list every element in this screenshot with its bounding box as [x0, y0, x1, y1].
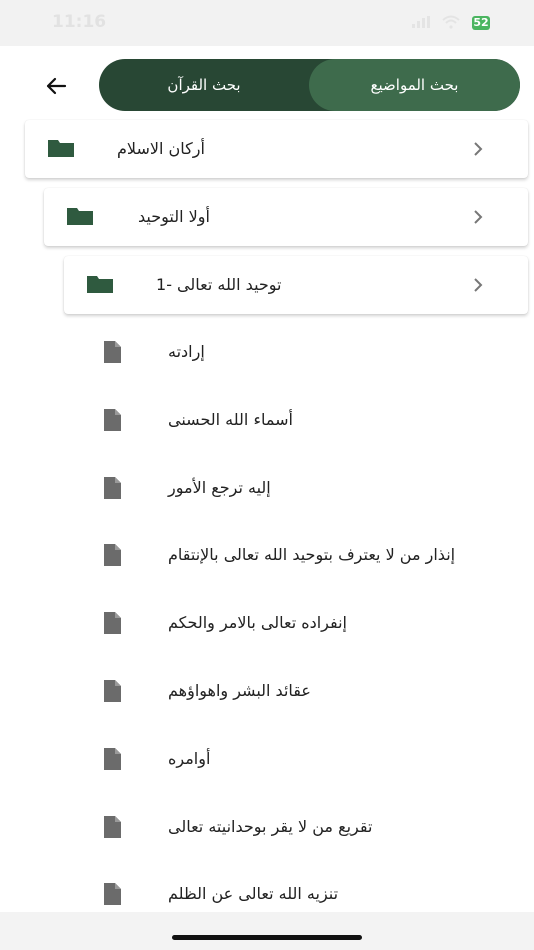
home-indicator[interactable]: [172, 935, 362, 940]
list-item-label: إليه ترجع الأمور: [168, 478, 271, 497]
back-button[interactable]: [36, 66, 76, 106]
file-icon: [104, 748, 121, 770]
list-item[interactable]: إليه ترجع الأمور: [96, 468, 516, 508]
list-item[interactable]: إنفراده تعالى بالامر والحكم: [96, 603, 516, 643]
file-icon: [104, 816, 121, 838]
folder-icon: [87, 276, 113, 293]
tab-topics-search[interactable]: بحث المواضيع: [309, 59, 520, 111]
list-item-label: أسماء الله الحسنى: [168, 410, 293, 429]
battery-icon: 52: [472, 16, 490, 30]
tree-node-level3[interactable]: توحيد الله تعالى -1: [64, 256, 528, 314]
list-item[interactable]: تقريع من لا يقر بوحدانيته تعالى: [96, 807, 516, 847]
list-item[interactable]: إرادته: [96, 332, 516, 372]
file-icon: [104, 409, 121, 431]
list-item[interactable]: أسماء الله الحسنى: [96, 400, 516, 440]
tree-node-level1[interactable]: أركان الاسلام: [25, 120, 528, 178]
tree-node-label: توحيد الله تعالى -1: [156, 275, 282, 294]
tree-node-label: أولا التوحيد: [138, 207, 210, 226]
list-item-label: إنفراده تعالى بالامر والحكم: [168, 613, 347, 632]
status-time: 11:16: [52, 12, 107, 32]
signal-icon: [412, 16, 430, 28]
wifi-icon: [442, 15, 460, 29]
list-item-label: تقريع من لا يقر بوحدانيته تعالى: [168, 817, 373, 836]
list-item[interactable]: عقائد البشر واهواؤهم: [96, 671, 516, 711]
list-item-label: عقائد البشر واهواؤهم: [168, 681, 311, 700]
file-icon: [104, 341, 121, 363]
tree-node-label: أركان الاسلام: [117, 139, 205, 158]
file-icon: [104, 883, 121, 905]
file-icon: [104, 612, 121, 634]
status-bar: 11:16 52: [0, 0, 534, 46]
list-item[interactable]: تنزيه الله تعالى عن الظلم: [96, 874, 516, 914]
tab-quran-search[interactable]: بحث القرآن: [99, 59, 309, 111]
chevron-right-icon: [474, 278, 483, 292]
file-icon: [104, 544, 121, 566]
chevron-right-icon: [474, 210, 483, 224]
folder-icon: [48, 140, 74, 157]
tree-node-level2[interactable]: أولا التوحيد: [44, 188, 528, 246]
search-mode-toggle: بحث القرآن بحث المواضيع: [99, 59, 520, 111]
list-item-label: إرادته: [168, 342, 205, 361]
file-icon: [104, 680, 121, 702]
folder-icon: [67, 208, 93, 225]
arrow-left-icon: [46, 77, 67, 95]
list-item-label: تنزيه الله تعالى عن الظلم: [168, 884, 339, 903]
chevron-right-icon: [474, 142, 483, 156]
file-icon: [104, 477, 121, 499]
list-item-label: إنذار من لا يعترف بتوحيد الله تعالى بالإ…: [168, 545, 456, 564]
bottom-bar: [0, 912, 534, 950]
list-item[interactable]: أوامره: [96, 739, 516, 779]
list-item-label: أوامره: [168, 749, 211, 768]
list-item[interactable]: إنذار من لا يعترف بتوحيد الله تعالى بالإ…: [96, 535, 516, 575]
